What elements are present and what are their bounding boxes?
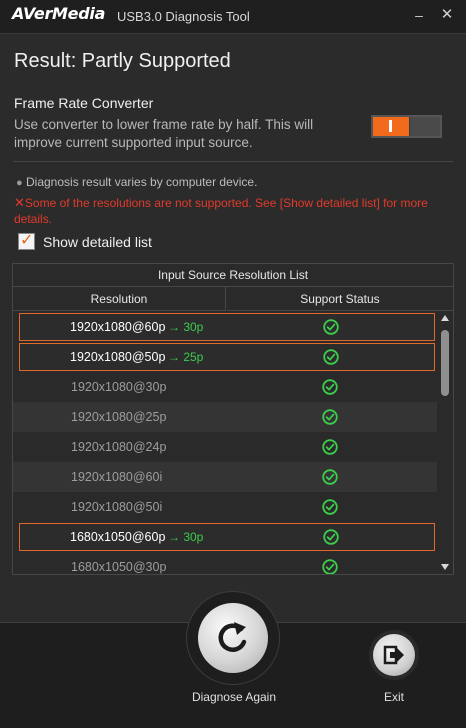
column-header-resolution: Resolution xyxy=(13,287,226,311)
resolution-list-title: Input Source Resolution List xyxy=(13,264,453,287)
result-title: Result: Partly Supported xyxy=(14,50,231,72)
app-title: USB3.0 Diagnosis Tool xyxy=(117,9,250,24)
close-button[interactable]: ✕ xyxy=(438,6,456,24)
minimize-button[interactable]: – xyxy=(410,6,428,24)
warning-note-text: Some of the resolutions are not supporte… xyxy=(14,196,428,226)
row-resolution: 1920x1080@50p xyxy=(70,350,166,364)
supported-check-icon xyxy=(322,559,338,574)
diagnose-again-label[interactable]: Diagnose Again xyxy=(186,690,282,704)
error-x-icon: ✕ xyxy=(14,195,25,210)
exit-button[interactable] xyxy=(373,634,415,676)
supported-check-icon xyxy=(322,499,338,515)
row-resolution: 1680x1050@30p xyxy=(71,560,167,574)
supported-check-icon xyxy=(322,469,338,485)
brand-logo: AVerMedia xyxy=(12,4,106,23)
row-resolution: 1920x1080@30p xyxy=(71,380,167,394)
show-detailed-list-checkbox[interactable]: ✓ xyxy=(18,232,35,250)
toggle-off-segment xyxy=(410,117,440,136)
row-resolution: 1920x1080@24p xyxy=(71,440,167,454)
row-resolution: 1920x1080@50i xyxy=(71,500,163,514)
table-row: 1920x1080@25p xyxy=(13,402,437,432)
table-row: 1920x1080@60i xyxy=(13,462,437,492)
supported-check-icon xyxy=(323,529,339,545)
table-row: 1920x1080@30p xyxy=(13,372,437,402)
row-converted-rate: → 30p xyxy=(168,530,204,544)
warning-note: ✕Some of the resolutions are not support… xyxy=(14,195,446,227)
table-row: 1920x1080@50i xyxy=(13,492,437,522)
supported-check-icon xyxy=(322,379,338,395)
scroll-down-arrow-icon[interactable] xyxy=(441,564,449,570)
table-row: 1920x1080@24p xyxy=(13,432,437,462)
supported-check-icon xyxy=(323,319,339,335)
row-resolution: 1920x1080@25p xyxy=(71,410,167,424)
table-row: 1920x1080@50p → 25p xyxy=(19,343,435,371)
resolution-list: Input Source Resolution List Resolution … xyxy=(12,263,454,575)
checkmark-icon: ✓ xyxy=(20,232,34,249)
frame-rate-converter-title: Frame Rate Converter xyxy=(14,95,154,111)
frame-rate-converter-toggle[interactable] xyxy=(371,115,442,138)
table-row: 1680x1050@30p xyxy=(13,552,437,574)
info-note-text: Diagnosis result varies by computer devi… xyxy=(26,175,258,189)
bullet-icon: ● xyxy=(16,177,23,189)
toggle-on-mark xyxy=(389,120,392,132)
row-converted-rate: → 25p xyxy=(168,350,204,364)
row-converted-rate: → 30p xyxy=(168,320,204,334)
exit-label[interactable]: Exit xyxy=(374,690,414,704)
title-bar: AVerMedia USB3.0 Diagnosis Tool – ✕ xyxy=(0,0,466,34)
refresh-icon xyxy=(218,622,247,652)
diagnose-again-button[interactable] xyxy=(198,603,268,673)
scrollbar-thumb[interactable] xyxy=(441,330,449,396)
table-row: 1920x1080@60p → 30p xyxy=(19,313,435,341)
supported-check-icon xyxy=(322,439,338,455)
toggle-on-segment xyxy=(373,117,409,136)
resolution-rows: 1920x1080@60p → 30p 1920x1080@50p → 25p 1920… xyxy=(13,312,437,574)
show-detailed-list-label[interactable]: Show detailed list xyxy=(43,234,152,250)
exit-icon xyxy=(383,645,404,665)
frame-rate-converter-description: Use converter to lower frame rate by hal… xyxy=(14,117,314,150)
row-resolution: 1680x1050@60p xyxy=(70,530,166,544)
section-divider xyxy=(13,161,453,162)
info-note: ● Diagnosis result varies by computer de… xyxy=(16,175,257,189)
supported-check-icon xyxy=(322,409,338,425)
row-resolution: 1920x1080@60i xyxy=(71,470,163,484)
row-resolution: 1920x1080@60p xyxy=(70,320,166,334)
table-row: 1680x1050@60p → 30p xyxy=(19,523,435,551)
list-scrollbar[interactable] xyxy=(438,312,452,574)
scroll-up-arrow-icon[interactable] xyxy=(441,315,449,321)
supported-check-icon xyxy=(323,349,339,365)
column-header-support-status: Support Status xyxy=(227,287,453,311)
